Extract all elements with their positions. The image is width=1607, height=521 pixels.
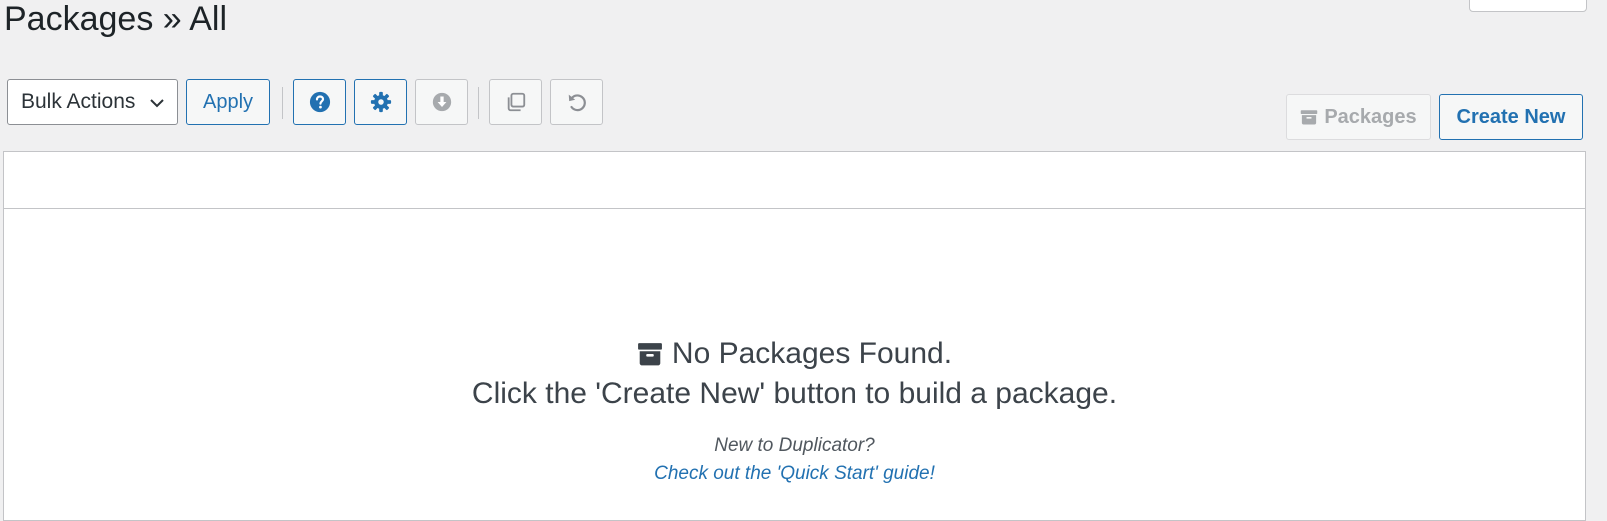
- bulk-actions-label: Bulk Actions: [21, 90, 136, 113]
- create-new-button[interactable]: Create New: [1439, 94, 1583, 140]
- settings-button[interactable]: [354, 79, 407, 125]
- packages-label: Packages: [1324, 105, 1417, 128]
- packages-panel: No Packages Found. Click the 'Create New…: [3, 151, 1586, 521]
- download-icon: [432, 92, 451, 112]
- empty-state: No Packages Found. Click the 'Create New…: [4, 335, 1585, 488]
- toolbar-separator: [282, 87, 283, 119]
- page-title: Packages » All: [4, 0, 228, 38]
- packages-button[interactable]: Packages: [1286, 94, 1431, 140]
- empty-state-message: Click the 'Create New' button to build a…: [471, 377, 1118, 410]
- screen-options-tab[interactable]: [1469, 0, 1587, 12]
- archive-icon: [1301, 110, 1318, 125]
- gear-icon: [370, 91, 391, 113]
- copy-icon: [507, 92, 525, 112]
- undo-icon: [568, 94, 586, 112]
- help-icon: [309, 91, 330, 113]
- bulk-actions-select[interactable]: Bulk Actions: [7, 79, 178, 125]
- undo-button[interactable]: [550, 79, 603, 125]
- help-button[interactable]: [293, 79, 346, 125]
- empty-state-title-row: No Packages Found.: [4, 335, 1585, 373]
- toolbar-separator: [478, 87, 479, 119]
- apply-button[interactable]: Apply: [186, 79, 270, 125]
- empty-state-title: No Packages Found.: [671, 337, 953, 370]
- archive-icon: [637, 343, 662, 366]
- empty-state-intro: New to Duplicator?: [714, 435, 875, 456]
- chevron-down-icon: [150, 99, 164, 108]
- quick-start-link[interactable]: Check out the 'Quick Start' guide!: [4, 460, 1585, 488]
- copy-button[interactable]: [489, 79, 542, 125]
- download-button[interactable]: [415, 79, 468, 125]
- panel-header: [4, 152, 1585, 209]
